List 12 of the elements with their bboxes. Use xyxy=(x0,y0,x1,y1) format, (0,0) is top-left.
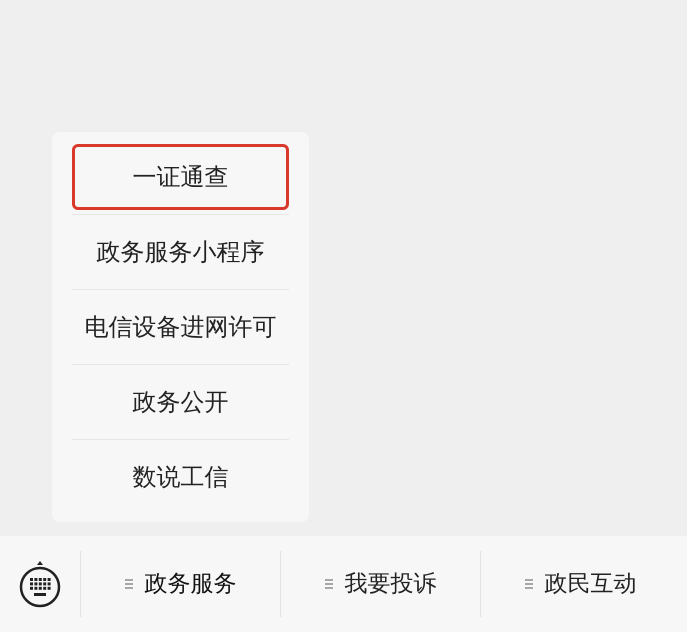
submenu-item[interactable]: 政务公开 xyxy=(72,369,289,435)
submenu-item[interactable]: 政务服务小程序 xyxy=(72,219,289,285)
submenu-item[interactable]: 一证通查 xyxy=(72,144,289,210)
menu-icon xyxy=(124,579,132,589)
menu-tab[interactable]: 我要投诉 xyxy=(280,551,480,617)
keyboard-icon[interactable] xyxy=(18,560,62,608)
submenu-item[interactable]: 电信设备进网许可 xyxy=(72,294,289,360)
menu-icon xyxy=(524,579,532,589)
menu-icon xyxy=(324,579,332,589)
menu-tab[interactable]: 政务服务 xyxy=(80,551,280,617)
menu-tab[interactable]: 政民互动 xyxy=(480,551,680,617)
submenu-item[interactable]: 数说工信 xyxy=(72,444,289,510)
